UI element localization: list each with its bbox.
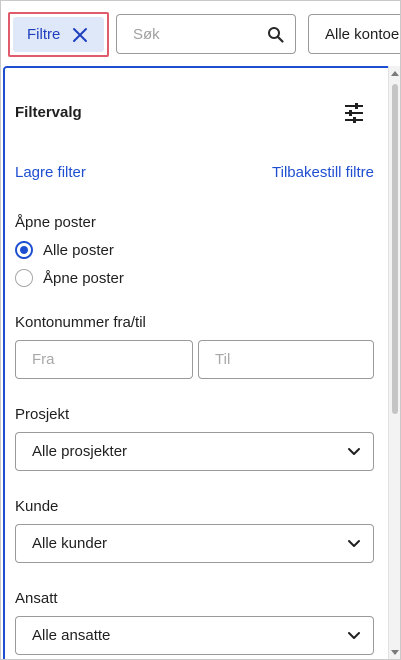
project-select-value: Alle prosjekter bbox=[32, 443, 128, 460]
filter-chip-label: Filtre bbox=[27, 26, 61, 43]
account-from-field bbox=[15, 340, 193, 379]
filter-toggle-chip[interactable]: Filtre bbox=[13, 17, 104, 52]
radio-button-checked[interactable] bbox=[15, 241, 33, 259]
account-to-field bbox=[198, 340, 374, 379]
search-input[interactable] bbox=[133, 25, 268, 43]
scrollbar-thumb[interactable] bbox=[392, 84, 398, 414]
account-from-input[interactable] bbox=[16, 341, 192, 378]
filter-panel: Filtervalg Lagre filter Tilbakestill fil… bbox=[3, 66, 391, 660]
chevron-down-icon bbox=[348, 540, 360, 547]
accounts-select-value: Alle kontoer bbox=[325, 25, 401, 43]
accounts-select[interactable]: Alle kontoer bbox=[308, 14, 401, 54]
close-icon[interactable] bbox=[72, 27, 88, 43]
project-select[interactable]: Alle prosjekter bbox=[15, 432, 374, 471]
employee-select[interactable]: Alle ansatte bbox=[15, 616, 374, 655]
tune-icon[interactable] bbox=[343, 102, 365, 124]
customer-select[interactable]: Alle kunder bbox=[15, 524, 374, 563]
radio-all-entries[interactable]: Alle poster bbox=[15, 241, 114, 259]
search-icon[interactable] bbox=[267, 26, 284, 43]
radio-open-entries[interactable]: Åpne poster bbox=[15, 269, 124, 287]
employee-select-value: Alle ansatte bbox=[32, 627, 111, 644]
search-box bbox=[116, 14, 296, 54]
radio-button-unchecked[interactable] bbox=[15, 269, 33, 287]
top-bar: Filtre Alle kontoer bbox=[0, 0, 401, 66]
chevron-down-icon bbox=[348, 632, 360, 639]
employee-label: Ansatt bbox=[15, 590, 58, 607]
account-range-label: Kontonummer fra/til bbox=[15, 314, 146, 331]
chevron-down-icon bbox=[348, 448, 360, 455]
panel-scrollbar[interactable] bbox=[388, 66, 401, 660]
scroll-up-icon[interactable] bbox=[391, 70, 399, 78]
radio-label: Alle poster bbox=[43, 241, 114, 259]
reset-filters-link[interactable]: Tilbakestill filtre bbox=[272, 164, 374, 181]
panel-title: Filtervalg bbox=[15, 104, 82, 121]
open-entries-label: Åpne poster bbox=[15, 214, 96, 231]
radio-label: Åpne poster bbox=[43, 269, 124, 287]
scroll-down-icon[interactable] bbox=[391, 648, 399, 656]
customer-select-value: Alle kunder bbox=[32, 535, 108, 552]
save-filter-link[interactable]: Lagre filter bbox=[15, 164, 86, 181]
customer-label: Kunde bbox=[15, 498, 59, 515]
account-to-input[interactable] bbox=[199, 341, 373, 378]
project-label: Prosjekt bbox=[15, 406, 70, 423]
